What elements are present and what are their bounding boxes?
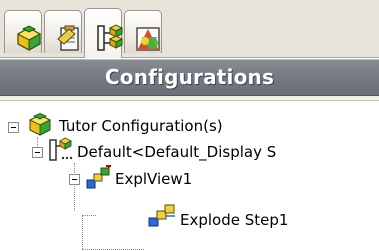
collapse-toggle[interactable]	[8, 122, 19, 133]
tree-node-label: Tutor Configuration(s)	[59, 117, 223, 135]
tab-feature-manager[interactable]	[4, 10, 42, 53]
tree-connector	[82, 249, 144, 250]
tree-node-label: Default<Default_Display S	[77, 143, 277, 161]
explode-step-icon	[148, 203, 176, 231]
tree-node-label: ExplView1	[115, 170, 193, 188]
configuration-icon	[48, 137, 74, 167]
tree-connector	[82, 215, 83, 249]
panel-title: Configurations	[0, 59, 379, 96]
tree-connector	[74, 163, 75, 211]
tab-configuration-manager[interactable]	[84, 8, 123, 58]
exploded-view-icon	[86, 165, 112, 193]
collapse-toggle[interactable]	[32, 147, 43, 158]
tree-node-label: Explode Step1	[180, 211, 289, 229]
configuration-tree: Tutor Configuration(s) Default<Default_D…	[0, 101, 379, 251]
tab-property-manager[interactable]	[44, 10, 82, 53]
manager-tab-strip	[0, 0, 379, 58]
collapse-toggle[interactable]	[69, 174, 80, 185]
tab-display-manager[interactable]	[124, 10, 162, 53]
tree-connector	[82, 215, 96, 216]
